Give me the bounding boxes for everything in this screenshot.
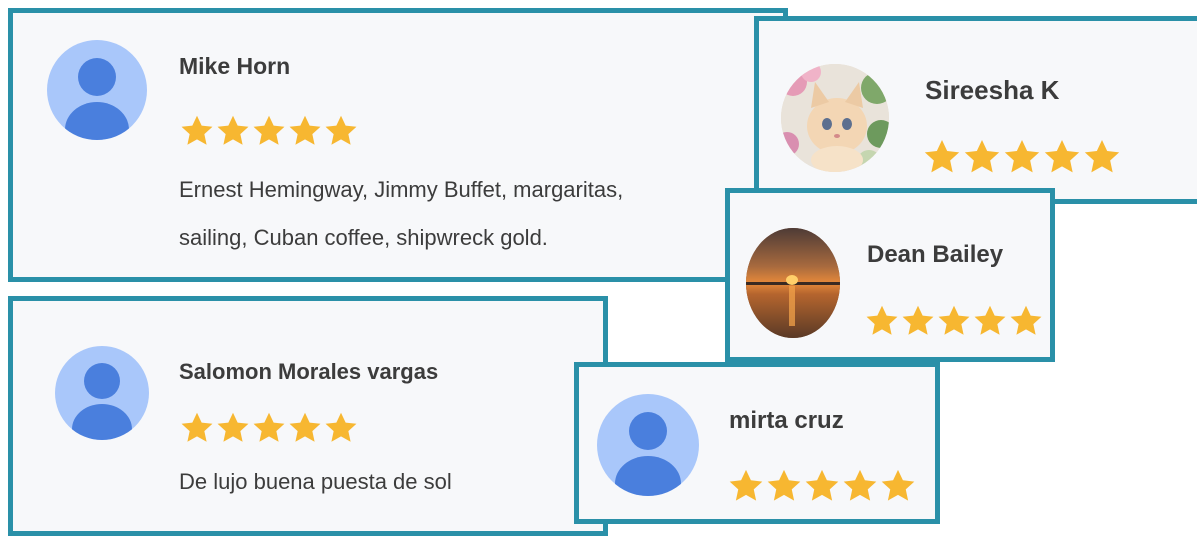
star-icon: [1042, 137, 1082, 177]
kitten-photo-avatar: [781, 64, 889, 172]
star-rating: [179, 410, 359, 446]
reviewer-name: mirta cruz: [729, 407, 844, 434]
star-icon: [287, 113, 323, 149]
star-icon: [922, 137, 962, 177]
star-icon: [1082, 137, 1122, 177]
star-icon: [879, 467, 917, 505]
review-card-mirta-cruz: mirta cruz: [574, 362, 940, 524]
review-text-line: sailing, Cuban coffee, shipwreck gold.: [179, 225, 548, 250]
star-icon: [179, 113, 215, 149]
review-card-salomon-morales-vargas: Salomon Morales vargas De lujo buena pue…: [8, 296, 608, 536]
star-icon: [1002, 137, 1042, 177]
star-icon: [803, 467, 841, 505]
review-card-dean-bailey: Dean Bailey: [725, 188, 1055, 362]
review-text-line: De lujo buena puesta de sol: [179, 469, 452, 494]
star-icon: [765, 467, 803, 505]
review-card-mike-horn: Mike Horn Ernest Hemingway, Jimmy Buffet…: [8, 8, 788, 282]
star-rating: [922, 137, 1122, 177]
star-icon: [900, 303, 936, 339]
star-icon: [251, 113, 287, 149]
default-avatar-icon: [55, 346, 149, 440]
star-icon: [972, 303, 1008, 339]
reviewer-name: Salomon Morales vargas: [179, 359, 439, 384]
star-rating: [727, 467, 917, 505]
star-icon: [179, 410, 215, 446]
reviewer-name: Sireesha K: [925, 75, 1060, 105]
star-rating: [864, 303, 1044, 339]
star-icon: [1008, 303, 1044, 339]
star-icon: [727, 467, 765, 505]
star-icon: [215, 410, 251, 446]
star-icon: [215, 113, 251, 149]
default-avatar-icon: [597, 394, 699, 496]
review-card-sireesha-k: Sireesha K: [754, 16, 1197, 204]
reviewer-name: Mike Horn: [179, 53, 291, 79]
sunset-photo-avatar: [746, 228, 840, 338]
star-icon: [962, 137, 1002, 177]
reviewer-name: Dean Bailey: [867, 241, 1004, 268]
star-icon: [323, 410, 359, 446]
star-icon: [841, 467, 879, 505]
star-icon: [323, 113, 359, 149]
review-text-line: Ernest Hemingway, Jimmy Buffet, margarit…: [179, 177, 624, 202]
star-icon: [936, 303, 972, 339]
star-icon: [864, 303, 900, 339]
star-icon: [251, 410, 287, 446]
star-icon: [287, 410, 323, 446]
star-rating: [179, 113, 359, 149]
default-avatar-icon: [47, 40, 147, 140]
